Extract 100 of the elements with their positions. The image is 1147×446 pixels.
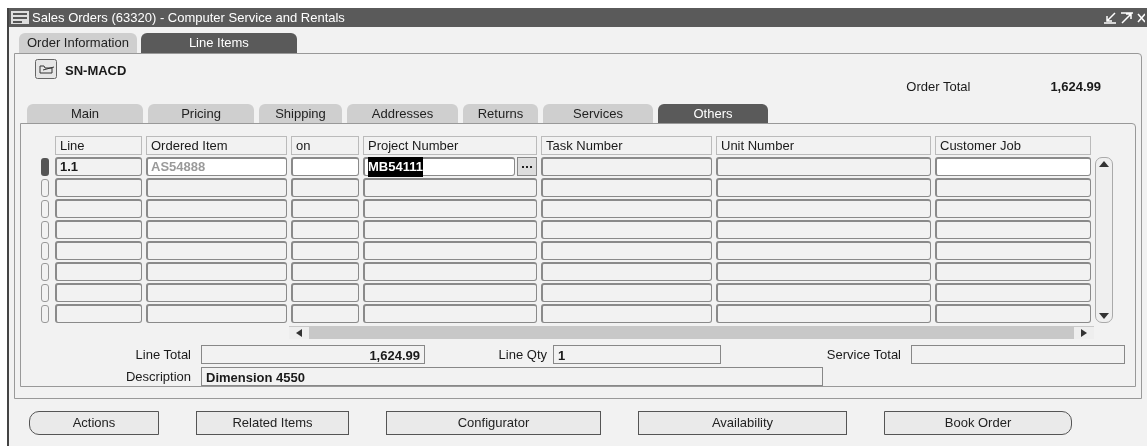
vertical-scrollbar[interactable] [1095, 157, 1113, 323]
table-cell[interactable] [55, 283, 142, 302]
table-cell[interactable] [541, 304, 712, 323]
tab[interactable]: Others [658, 104, 768, 123]
table-cell[interactable] [146, 178, 287, 197]
tab[interactable]: Addresses [347, 104, 458, 123]
table-cell[interactable] [291, 304, 359, 323]
table-cell[interactable] [363, 241, 537, 260]
window-title: Sales Orders (63320) - Computer Service and Rentals [32, 8, 345, 27]
table-cell[interactable] [935, 199, 1091, 218]
table-cell[interactable] [146, 199, 287, 218]
table-cell[interactable] [935, 157, 1091, 176]
line-qty-field[interactable]: 1 [553, 345, 721, 364]
column-header: Project Number [363, 136, 537, 155]
table-cell[interactable] [716, 178, 931, 197]
service-total-field[interactable] [911, 345, 1125, 364]
column-header: Line [55, 136, 142, 155]
table-cell[interactable] [363, 220, 537, 239]
table-cell[interactable] [935, 220, 1091, 239]
scroll-left-icon[interactable] [289, 326, 309, 339]
table-cell[interactable] [55, 220, 142, 239]
table-cell[interactable] [146, 304, 287, 323]
scroll-up-icon[interactable] [1099, 161, 1109, 167]
service-total-label: Service Total [825, 345, 902, 364]
column-header: Unit Number [716, 136, 931, 155]
tab[interactable]: Main [27, 104, 143, 123]
table-cell[interactable] [935, 241, 1091, 260]
table-cell[interactable] [291, 199, 359, 218]
table-cell[interactable] [541, 178, 712, 197]
table-cell[interactable] [716, 262, 931, 281]
tab[interactable]: Line Items [140, 33, 297, 53]
table-cell[interactable] [541, 220, 712, 239]
line-total-label: Line Total [134, 345, 192, 364]
table-cell[interactable] [935, 283, 1091, 302]
table-cell[interactable] [716, 157, 931, 176]
table-cell[interactable] [363, 262, 537, 281]
table-cell[interactable] [716, 220, 931, 239]
close-icon[interactable] [1137, 11, 1145, 24]
table-cell[interactable] [55, 262, 142, 281]
table-cell[interactable] [291, 220, 359, 239]
table-cell[interactable] [716, 283, 931, 302]
table-cell[interactable] [541, 262, 712, 281]
table-cell[interactable] [291, 283, 359, 302]
table-cell[interactable] [146, 283, 287, 302]
column-header: on [291, 136, 359, 155]
table-cell[interactable] [363, 283, 537, 302]
scroll-down-icon[interactable] [1099, 313, 1109, 319]
description-label: Description [124, 367, 192, 386]
table-cell[interactable] [716, 241, 931, 260]
order-number: SN-MACD [65, 62, 127, 80]
lookup-button[interactable] [517, 157, 537, 176]
table-cell[interactable] [541, 283, 712, 302]
table-cell[interactable] [146, 220, 287, 239]
table-cell[interactable] [363, 199, 537, 218]
table-cell[interactable] [716, 304, 931, 323]
tab[interactable]: Services [543, 104, 653, 123]
table-cell[interactable] [146, 241, 287, 260]
table-cell[interactable] [291, 241, 359, 260]
column-header: Ordered Item [146, 136, 287, 155]
table-cell[interactable] [363, 304, 537, 323]
tab[interactable]: Returns [463, 104, 538, 123]
table-cell[interactable] [541, 157, 712, 176]
table-cell[interactable] [146, 262, 287, 281]
table-cell[interactable] [363, 178, 537, 197]
tab[interactable]: Pricing [148, 104, 254, 123]
table-cell[interactable] [541, 199, 712, 218]
table-cell[interactable] [291, 178, 359, 197]
column-header: Task Number [541, 136, 712, 155]
line-total-field[interactable]: 1,624.99 [201, 345, 425, 364]
row-indicator[interactable] [41, 157, 49, 176]
action-button[interactable]: Availability [638, 411, 847, 435]
scroll-right-icon[interactable] [1074, 326, 1094, 339]
tab[interactable]: Order Information [19, 33, 137, 53]
minimize-icon[interactable] [1103, 11, 1117, 24]
action-button[interactable]: Actions [29, 411, 159, 435]
table-cell[interactable]: MB54111 [363, 157, 515, 176]
table-cell[interactable] [55, 178, 142, 197]
folder-icon[interactable] [35, 59, 57, 79]
table-cell[interactable] [935, 262, 1091, 281]
table-cell[interactable] [716, 199, 931, 218]
action-button[interactable]: Configurator [386, 411, 601, 435]
action-button[interactable]: Book Order [884, 411, 1072, 435]
action-button[interactable]: Related Items [196, 411, 349, 435]
table-cell[interactable] [55, 241, 142, 260]
line-qty-label: Line Qty [497, 345, 548, 364]
description-field[interactable]: Dimension 4550 [201, 367, 823, 386]
table-cell[interactable] [55, 304, 142, 323]
column-header: Customer Job [935, 136, 1091, 155]
table-cell[interactable] [291, 157, 359, 176]
table-cell[interactable]: 1.1 [55, 157, 142, 176]
order-total-label: Order Total [906, 78, 971, 96]
table-cell[interactable] [935, 304, 1091, 323]
table-cell[interactable] [541, 241, 712, 260]
table-cell[interactable] [55, 199, 142, 218]
maximize-icon[interactable] [1120, 11, 1134, 24]
table-cell[interactable] [935, 178, 1091, 197]
ellipsis-icon [522, 165, 532, 168]
tab[interactable]: Shipping [259, 104, 342, 123]
horizontal-scrollbar[interactable] [289, 326, 1094, 339]
table-cell[interactable] [291, 262, 359, 281]
